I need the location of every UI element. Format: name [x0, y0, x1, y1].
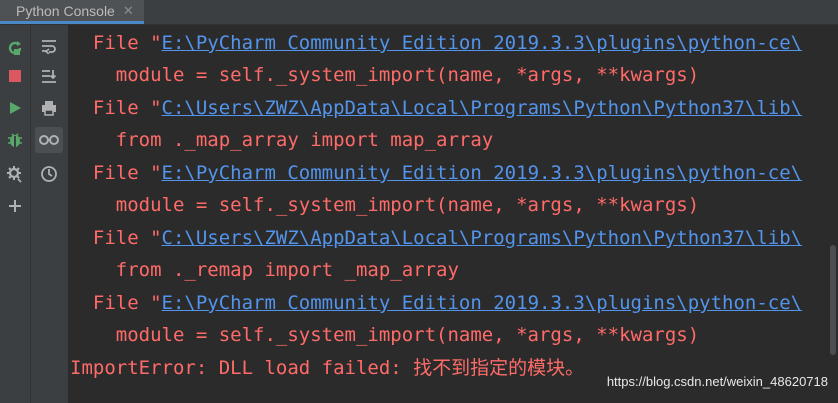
- file-link[interactable]: E:\PyCharm Community Edition 2019.3.3\pl…: [162, 162, 803, 184]
- console-line: from ._map_array import map_array: [70, 129, 494, 151]
- vertical-scrollbar[interactable]: [830, 245, 836, 355]
- console-line: File "E:\PyCharm Community Edition 2019.…: [70, 162, 803, 184]
- error-message: ImportError: DLL load failed: 找不到指定的模块。: [70, 357, 585, 379]
- run-icon[interactable]: [4, 97, 26, 119]
- scroll-to-end-icon[interactable]: [38, 65, 60, 87]
- settings-icon[interactable]: [4, 163, 26, 185]
- print-icon[interactable]: [38, 97, 60, 119]
- add-icon[interactable]: [4, 195, 26, 217]
- console-line: File "C:\Users\ZWZ\AppData\Local\Program…: [70, 97, 803, 119]
- console-line: File "E:\PyCharm Community Edition 2019.…: [70, 32, 803, 54]
- rerun-icon[interactable]: [4, 37, 26, 59]
- console-output[interactable]: File "E:\PyCharm Community Edition 2019.…: [68, 25, 838, 403]
- tab-title: Python Console: [16, 2, 115, 19]
- show-variables-icon[interactable]: [35, 127, 63, 153]
- file-link[interactable]: C:\Users\ZWZ\AppData\Local\Programs\Pyth…: [162, 227, 803, 249]
- debug-icon[interactable]: [4, 129, 26, 151]
- file-link[interactable]: E:\PyCharm Community Edition 2019.3.3\pl…: [162, 292, 803, 314]
- soft-wrap-icon[interactable]: [38, 35, 60, 57]
- console-left-toolbar: [0, 25, 30, 403]
- console-line: File "E:\PyCharm Community Edition 2019.…: [70, 292, 803, 314]
- console-line: from ._remap import _map_array: [70, 259, 459, 281]
- history-icon[interactable]: [38, 163, 60, 185]
- console-line: module = self._system_import(name, *args…: [70, 194, 700, 216]
- console-line: File "C:\Users\ZWZ\AppData\Local\Program…: [70, 227, 803, 249]
- console-right-toolbar: [30, 25, 68, 403]
- watermark: https://blog.csdn.net/weixin_48620718: [606, 374, 828, 389]
- file-link[interactable]: C:\Users\ZWZ\AppData\Local\Programs\Pyth…: [162, 97, 803, 119]
- close-icon[interactable]: ✕: [123, 3, 134, 19]
- console-line: module = self._system_import(name, *args…: [70, 324, 700, 346]
- stop-icon[interactable]: [4, 65, 26, 87]
- tab-python-console[interactable]: Python Console ✕: [0, 0, 144, 24]
- file-link[interactable]: E:\PyCharm Community Edition 2019.3.3\pl…: [162, 32, 803, 54]
- console-line: module = self._system_import(name, *args…: [70, 64, 700, 86]
- tool-window-tabbar: Python Console ✕: [0, 0, 838, 25]
